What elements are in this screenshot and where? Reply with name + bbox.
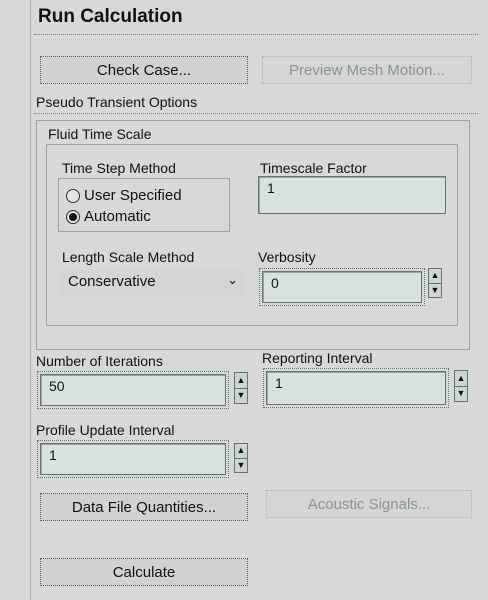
timescale-factor-label: Timescale Factor [260,160,367,176]
user-specified-radio[interactable]: User Specified [66,187,182,204]
length-scale-method-select[interactable]: Conservative ⌄ [60,270,246,296]
fluid-time-scale-label: Fluid Time Scale [48,126,152,142]
automatic-label: Automatic [84,208,151,225]
reporting-interval-label: Reporting Interval [262,350,373,366]
panel-left-edge [30,0,31,600]
spin-down-icon[interactable]: ▼ [235,459,247,473]
data-file-quantities-button[interactable]: Data File Quantities... [40,493,248,521]
reporting-interval-input[interactable]: 1 [263,368,449,408]
timescale-factor-input[interactable]: 1 [258,176,446,214]
number-of-iterations-stepper[interactable]: ▲ ▼ [234,372,248,404]
length-scale-method-label: Length Scale Method [62,249,195,265]
length-scale-method-value: Conservative [68,273,156,290]
number-of-iterations-label: Number of Iterations [36,353,163,369]
spin-up-icon[interactable]: ▲ [235,444,247,459]
check-case-button[interactable]: Check Case... [40,56,248,84]
spin-down-icon[interactable]: ▼ [455,387,467,402]
pseudo-transient-label: Pseudo Transient Options [36,94,198,110]
reporting-interval-stepper[interactable]: ▲ ▼ [454,370,468,402]
profile-update-interval-label: Profile Update Interval [36,422,175,438]
time-step-method-label: Time Step Method [62,160,176,176]
acoustic-signals-button[interactable]: Acoustic Signals... [266,490,472,518]
preview-mesh-motion-button[interactable]: Preview Mesh Motion... [262,56,472,84]
number-of-iterations-input[interactable]: 50 [37,371,229,409]
radio-selected-icon [66,209,80,224]
spin-up-icon[interactable]: ▲ [455,371,467,387]
profile-update-interval-stepper[interactable]: ▲ ▼ [234,443,248,473]
spin-up-icon[interactable]: ▲ [235,373,247,389]
calculate-button[interactable]: Calculate [40,558,248,586]
panel-title: Run Calculation [38,6,183,27]
profile-update-interval-input[interactable]: 1 [37,440,229,478]
spin-down-icon[interactable]: ▼ [235,389,247,404]
spin-down-icon[interactable]: ▼ [429,284,441,298]
verbosity-label: Verbosity [258,249,316,265]
pseudo-transient-divider [34,113,478,114]
user-specified-label: User Specified [84,187,182,204]
title-divider [34,34,478,35]
chevron-down-icon: ⌄ [227,272,238,287]
spin-up-icon[interactable]: ▲ [429,269,441,284]
radio-unselected-icon [66,188,80,203]
verbosity-stepper[interactable]: ▲ ▼ [428,268,442,298]
automatic-radio[interactable]: Automatic [66,208,151,225]
verbosity-input[interactable]: 0 [259,268,425,306]
